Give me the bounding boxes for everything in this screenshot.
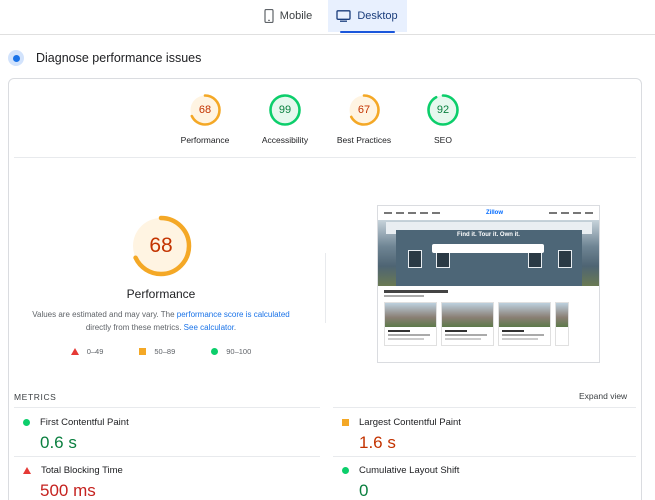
phone-icon xyxy=(264,9,274,23)
gauge-accessibility-score: 99 xyxy=(278,104,292,116)
metric-lcp-name: Largest Contentful Paint xyxy=(359,417,461,428)
tabs-divider xyxy=(0,34,655,35)
performance-gauge: 68 xyxy=(129,214,193,278)
desc-text-2: directly from these metrics. xyxy=(85,323,184,332)
tab-desktop[interactable]: Desktop xyxy=(327,0,407,33)
gauge-performance-ring: 68 xyxy=(188,93,222,127)
zillow-logo: Zillow xyxy=(486,210,503,216)
screenshot-listings xyxy=(378,286,599,350)
vertical-divider xyxy=(325,253,326,323)
metrics-divider-left-2 xyxy=(14,456,320,457)
performance-score-link[interactable]: performance score is calculated xyxy=(177,310,290,319)
gauge-performance-score: 68 xyxy=(198,104,212,116)
gauge-best-practices-label: Best Practices xyxy=(336,135,392,145)
screenshot-search xyxy=(432,244,544,253)
metrics-divider-right-2 xyxy=(333,456,636,457)
performance-description: Values are estimated and may vary. The p… xyxy=(20,308,302,334)
legend-poor-label: 0–49 xyxy=(86,347,104,356)
metric-tbt-value: 500 ms xyxy=(40,481,96,500)
metric-lcp: Largest Contentful Paint 1.6 s xyxy=(342,417,461,453)
good-dot-icon xyxy=(342,467,349,474)
performance-score: 68 xyxy=(149,234,173,257)
screenshot-hero-text: Find it. Tour it. Own it. xyxy=(457,232,520,238)
diagnose-icon xyxy=(8,50,24,66)
metric-lcp-value: 1.6 s xyxy=(359,433,396,452)
metric-fcp-name: First Contentful Paint xyxy=(40,417,129,428)
screenshot-nav: Zillow xyxy=(378,206,599,220)
average-square-icon xyxy=(342,419,349,426)
category-gauges: 68 Performance 99 Accessibility 67 Best … xyxy=(0,93,655,153)
gauge-accessibility-ring: 99 xyxy=(268,93,302,127)
gauge-seo[interactable]: 92 SEO xyxy=(398,93,488,145)
expand-view-button[interactable]: Expand view xyxy=(579,391,627,401)
gauge-best-practices-score: 67 xyxy=(357,104,371,116)
score-legend: 0–49 50–89 90–100 xyxy=(0,347,322,356)
metrics-heading: METRICS xyxy=(14,392,57,402)
gauge-performance-label: Performance xyxy=(180,135,230,145)
gauge-seo-score: 92 xyxy=(436,104,450,116)
gauge-accessibility-label: Accessibility xyxy=(261,135,309,145)
metric-cls: Cumulative Layout Shift 0 xyxy=(342,465,459,500)
legend-poor: 0–49 xyxy=(70,347,104,356)
legend-good-label: 90–100 xyxy=(226,347,252,356)
diagnose-header: Diagnose performance issues xyxy=(8,50,201,66)
gauge-accessibility[interactable]: 99 Accessibility xyxy=(240,93,330,145)
poor-triangle-icon xyxy=(23,467,31,474)
gauge-performance[interactable]: 68 Performance xyxy=(160,93,250,145)
tab-mobile-label: Mobile xyxy=(279,10,313,22)
desc-text-3: . xyxy=(233,323,237,332)
metric-fcp: First Contentful Paint 0.6 s xyxy=(23,417,129,453)
tab-mobile[interactable]: Mobile xyxy=(249,0,328,32)
gauge-best-practices-ring: 67 xyxy=(347,93,381,127)
gauge-seo-label: SEO xyxy=(434,135,452,145)
screenshot-hero: Find it. Tour it. Own it. xyxy=(378,220,599,286)
triangle-icon xyxy=(70,348,79,355)
final-screenshot[interactable]: Zillow Find it. Tour it. Own it. xyxy=(377,205,600,363)
metric-cls-value: 0 xyxy=(359,481,369,500)
legend-good: 90–100 xyxy=(211,347,251,356)
good-dot-icon xyxy=(23,419,30,426)
metric-cls-name: Cumulative Layout Shift xyxy=(359,465,460,476)
gauge-best-practices[interactable]: 67 Best Practices xyxy=(319,93,409,145)
performance-title: Performance xyxy=(126,287,196,301)
gauge-seo-ring: 92 xyxy=(426,93,460,127)
device-tabs: Mobile Desktop xyxy=(0,0,655,34)
tab-desktop-label: Desktop xyxy=(357,10,398,22)
gauges-divider xyxy=(14,157,636,158)
diagnose-title: Diagnose performance issues xyxy=(36,51,202,65)
metrics-divider-right xyxy=(333,407,636,408)
see-calculator-link[interactable]: See calculator xyxy=(184,323,234,332)
legend-average-label: 50–89 xyxy=(154,347,176,356)
metric-tbt: Total Blocking Time 500 ms xyxy=(23,465,123,500)
desc-text-1: Values are estimated and may vary. The xyxy=(32,310,177,319)
metric-tbt-name: Total Blocking Time xyxy=(41,465,123,476)
square-icon xyxy=(139,348,147,355)
circle-icon xyxy=(211,348,219,355)
legend-average: 50–89 xyxy=(139,347,175,356)
metrics-divider-left xyxy=(14,407,320,408)
metric-fcp-value: 0.6 s xyxy=(40,433,77,452)
monitor-icon xyxy=(336,10,351,22)
